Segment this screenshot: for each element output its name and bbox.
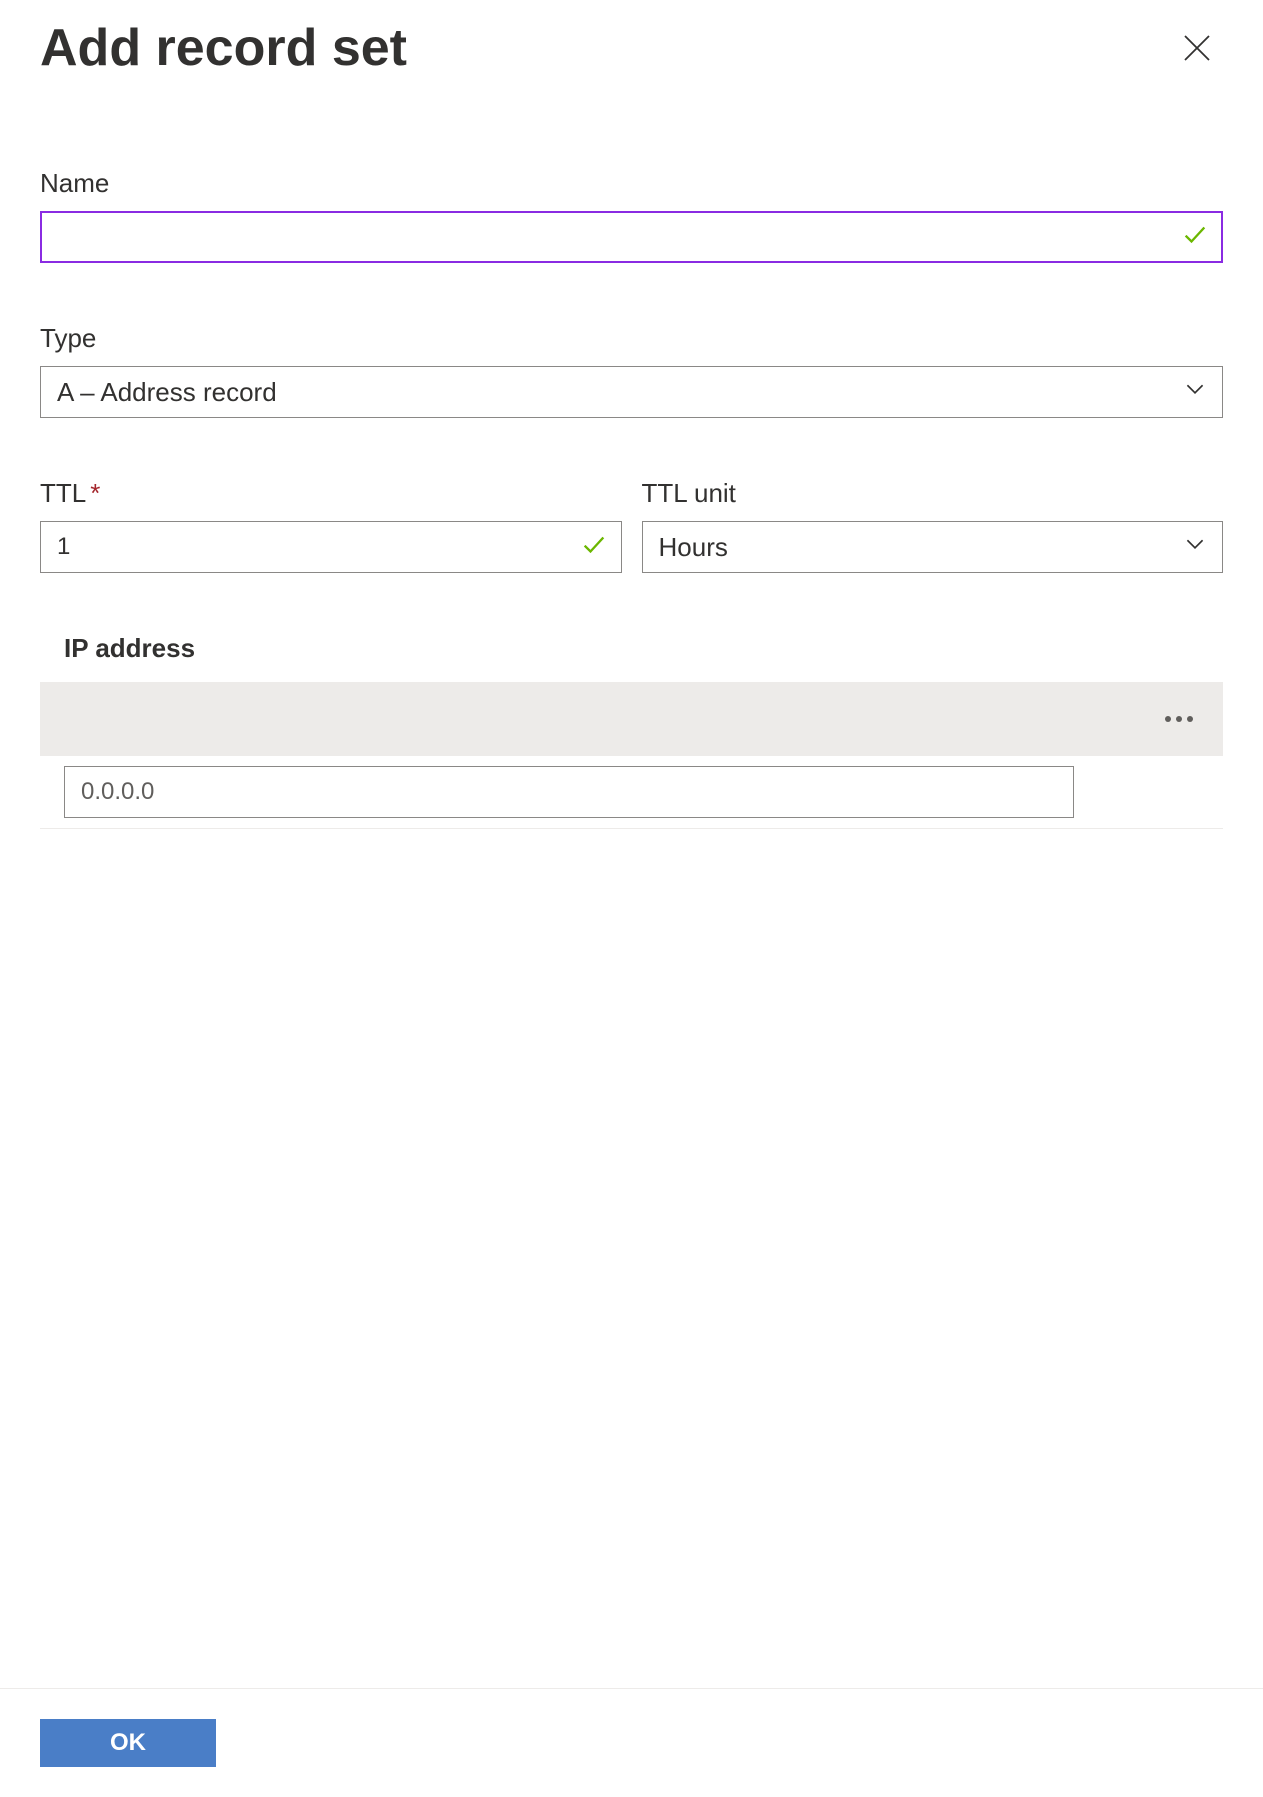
- ip-address-section: IP address: [40, 633, 1223, 829]
- name-input-wrapper: [40, 211, 1223, 263]
- ttl-unit-select[interactable]: Hours: [642, 521, 1224, 573]
- ttl-label-text: TTL: [40, 478, 86, 508]
- name-input[interactable]: [40, 211, 1223, 263]
- ttl-row: TTL* TTL unit Hours: [40, 478, 1223, 573]
- more-options-button[interactable]: [1159, 710, 1199, 728]
- ip-header-row: [40, 682, 1223, 756]
- type-selected-value: A – Address record: [57, 377, 277, 408]
- ip-address-label: IP address: [40, 633, 1223, 682]
- panel-header: Add record set: [0, 0, 1263, 78]
- name-label: Name: [40, 168, 1223, 199]
- close-icon: [1179, 30, 1215, 66]
- type-select[interactable]: A – Address record: [40, 366, 1223, 418]
- ttl-unit-label: TTL unit: [642, 478, 1224, 509]
- more-horizontal-icon: [1165, 716, 1193, 722]
- ttl-label: TTL*: [40, 478, 622, 509]
- type-field-group: Type A – Address record: [40, 323, 1223, 418]
- ttl-input-wrapper: [40, 521, 622, 573]
- name-field-group: Name: [40, 168, 1223, 263]
- ttl-unit-selected-value: Hours: [659, 532, 728, 563]
- close-button[interactable]: [1171, 22, 1223, 74]
- chevron-down-icon: [1182, 376, 1208, 409]
- chevron-down-icon: [1182, 531, 1208, 564]
- panel-content: Name Type A – Address record TTL*: [0, 78, 1263, 1688]
- ttl-unit-field-group: TTL unit Hours: [642, 478, 1224, 573]
- panel-footer: OK: [0, 1688, 1263, 1797]
- ip-input-row: [40, 756, 1223, 829]
- type-label: Type: [40, 323, 1223, 354]
- panel-title: Add record set: [40, 18, 407, 78]
- required-star-icon: *: [90, 478, 100, 508]
- ttl-field-group: TTL*: [40, 478, 622, 573]
- ip-address-input[interactable]: [64, 766, 1074, 818]
- ttl-input[interactable]: [40, 521, 622, 573]
- ok-button[interactable]: OK: [40, 1719, 216, 1767]
